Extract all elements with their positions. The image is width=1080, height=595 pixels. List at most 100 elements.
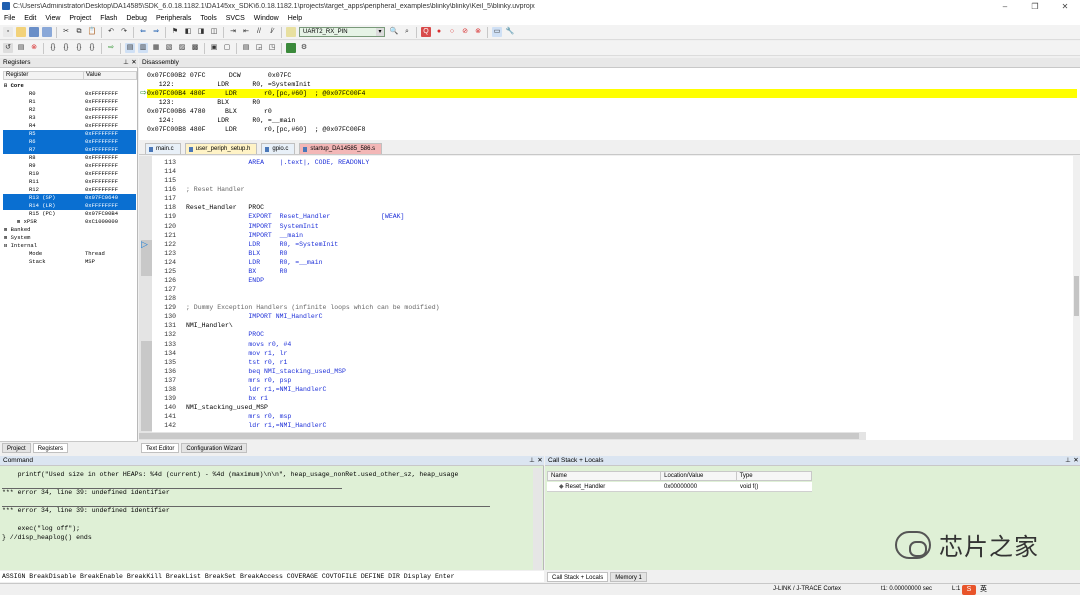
kill-breakpoints-icon[interactable]: ⊗ <box>473 27 483 37</box>
register-row[interactable]: ⊟ Internal <box>3 242 136 250</box>
register-row[interactable]: R15 (PC) 0x07FC00B4 <box>3 210 136 218</box>
code-line[interactable]: mrs r0, msp <box>186 412 1066 421</box>
menu-window[interactable]: Window <box>254 15 279 22</box>
close-icon[interactable]: ✕ <box>130 58 138 67</box>
disassembly-window-icon[interactable]: ▥ <box>138 43 148 53</box>
name-column-header[interactable]: Name <box>548 472 662 480</box>
code-line[interactable]: NMI_stacking_used_MSP <box>186 403 1066 412</box>
scrollbar-thumb[interactable] <box>1074 276 1079 316</box>
register-value[interactable]: 0xFFFFFFFF <box>85 154 136 162</box>
source-code[interactable]: AREA |.text|, CODE, READONLY ; Reset Hand… <box>186 158 1066 430</box>
code-line[interactable]: IMPORT __main <box>186 231 1066 240</box>
save-icon[interactable] <box>29 27 39 37</box>
register-value[interactable]: 0xFFFFFFFF <box>85 122 136 130</box>
register-value[interactable]: 0xFFFFFFFF <box>85 130 136 138</box>
code-line[interactable]: IMPORT NMI_HandlerC <box>186 312 1066 321</box>
code-line[interactable]: ENDP <box>186 276 1066 285</box>
register-value[interactable]: 0xFFFFFFFF <box>85 106 136 114</box>
register-value[interactable]: Thread <box>85 250 136 258</box>
register-value[interactable]: 0x07FC00B4 <box>85 210 136 218</box>
type-column-header[interactable]: Type <box>737 472 811 480</box>
debug-settings-icon[interactable]: ⚙ <box>299 43 309 53</box>
prev-bookmark-icon[interactable]: ◧ <box>183 27 193 37</box>
register-value[interactable]: 0xFFFFFFFF <box>85 178 136 186</box>
code-line[interactable]: LDR R0, =SystemInit <box>186 240 1066 249</box>
undo-icon[interactable]: ↶ <box>106 27 116 37</box>
menu-edit[interactable]: Edit <box>24 15 36 22</box>
pin-icon[interactable]: ⊥ <box>122 58 130 67</box>
menu-debug[interactable]: Debug <box>126 15 147 22</box>
uncomment-icon[interactable]: /⁄ <box>267 27 277 37</box>
command-window-icon[interactable]: ▤ <box>125 43 135 53</box>
register-value[interactable] <box>85 242 136 250</box>
menu-file[interactable]: File <box>4 15 15 22</box>
step-over-icon[interactable]: {} <box>61 43 71 53</box>
code-line[interactable] <box>186 167 1066 176</box>
code-line[interactable]: ; Dummy Exception Handlers (infinite loo… <box>186 303 1066 312</box>
register-row[interactable]: R3 0xFFFFFFFF <box>3 114 136 122</box>
register-row[interactable]: Mode Thread <box>3 250 136 258</box>
next-bookmark-icon[interactable]: ◨ <box>196 27 206 37</box>
find-in-files-icon[interactable]: 🔍 <box>389 27 399 37</box>
code-line[interactable]: PROC <box>186 330 1066 339</box>
register-row[interactable]: R9 0xFFFFFFFF <box>3 162 136 170</box>
value-column-header[interactable]: Value <box>84 72 101 79</box>
register-row[interactable]: R1 0xFFFFFFFF <box>3 98 136 106</box>
code-line[interactable]: ; Reset Handler <box>186 185 1066 194</box>
code-line[interactable]: IMPORT SystemInit <box>186 222 1066 231</box>
symbols-window-icon[interactable]: ▦ <box>151 43 161 53</box>
ime-mode[interactable]: 英 <box>980 584 987 595</box>
code-line[interactable]: NMI_Handler\ <box>186 321 1066 330</box>
code-line[interactable]: EXPORT Reset_Handler [WEAK] <box>186 212 1066 221</box>
window-layout-icon[interactable]: ▭ <box>492 27 502 37</box>
code-line[interactable]: movs r0, #4 <box>186 340 1066 349</box>
save-all-icon[interactable] <box>42 27 52 37</box>
open-folder-icon[interactable] <box>16 27 26 37</box>
pin-icon[interactable]: ⊥ <box>1064 456 1072 465</box>
load-icon[interactable] <box>286 27 296 37</box>
menu-peripherals[interactable]: Peripherals <box>156 15 191 22</box>
clear-bookmarks-icon[interactable]: ◫ <box>209 27 219 37</box>
register-row[interactable]: ⊞ Banked <box>3 226 136 234</box>
run-to-cursor-icon[interactable]: {} <box>87 43 97 53</box>
new-file-icon[interactable]: ▫ <box>3 27 13 37</box>
call-stack-window-icon[interactable]: ▨ <box>177 43 187 53</box>
menu-help[interactable]: Help <box>288 15 302 22</box>
comment-icon[interactable]: // <box>254 27 264 37</box>
call-stack-row[interactable]: ◆ Reset_Handler 0x00000000 void f() <box>547 482 812 492</box>
command-input[interactable]: ASSIGN BreakDisable BreakEnable BreakKil… <box>0 571 544 582</box>
register-row[interactable]: Stack MSP <box>3 258 136 266</box>
code-line[interactable]: tst r0, r1 <box>186 358 1066 367</box>
code-line[interactable]: BLX R0 <box>186 249 1066 258</box>
tab-configuration-wizard[interactable]: Configuration Wizard <box>181 442 248 453</box>
register-row[interactable]: R10 0xFFFFFFFF <box>3 170 136 178</box>
tab-registers[interactable]: Registers <box>32 443 69 453</box>
menu-svcs[interactable]: SVCS <box>226 15 245 22</box>
toolbox-icon[interactable] <box>286 43 296 53</box>
register-value[interactable]: 0xFFFFFFFF <box>85 90 136 98</box>
maximize-button[interactable]: ❐ <box>1020 2 1050 11</box>
cut-icon[interactable]: ✂ <box>61 27 71 37</box>
step-into-icon[interactable]: {} <box>48 43 58 53</box>
watch-windows-icon[interactable]: ▩ <box>190 43 200 53</box>
register-row[interactable]: R11 0xFFFFFFFF <box>3 178 136 186</box>
command-vertical-scrollbar[interactable] <box>533 468 542 570</box>
register-value[interactable] <box>85 82 136 90</box>
disassembly-line[interactable]: 124: LDR R0, =__main <box>147 116 1077 125</box>
pin-icon[interactable]: ⊥ <box>528 456 536 465</box>
register-row[interactable]: R0 0xFFFFFFFF <box>3 90 136 98</box>
code-line[interactable]: Reset_Handler PROC <box>186 203 1066 212</box>
register-row[interactable]: ⊟ Core <box>3 82 136 90</box>
registers-window-icon[interactable]: ▧ <box>164 43 174 53</box>
code-line[interactable]: mov r1, lr <box>186 349 1066 358</box>
register-row[interactable]: R7 0xFFFFFFFF <box>3 146 136 154</box>
navigate-forward-icon[interactable]: ⇒ <box>151 27 161 37</box>
configure-icon[interactable]: 🔧 <box>505 27 515 37</box>
register-value[interactable] <box>85 234 136 242</box>
register-value[interactable]: 0xFFFFFFFF <box>85 202 136 210</box>
bookmark-icon[interactable]: ⚑ <box>170 27 180 37</box>
navigate-back-icon[interactable]: ⇐ <box>138 27 148 37</box>
code-line[interactable]: LDR R0, =__main <box>186 258 1066 267</box>
register-row[interactable]: R14 (LR) 0xFFFFFFFF <box>3 202 136 210</box>
stop-icon[interactable]: ⊗ <box>29 43 39 53</box>
